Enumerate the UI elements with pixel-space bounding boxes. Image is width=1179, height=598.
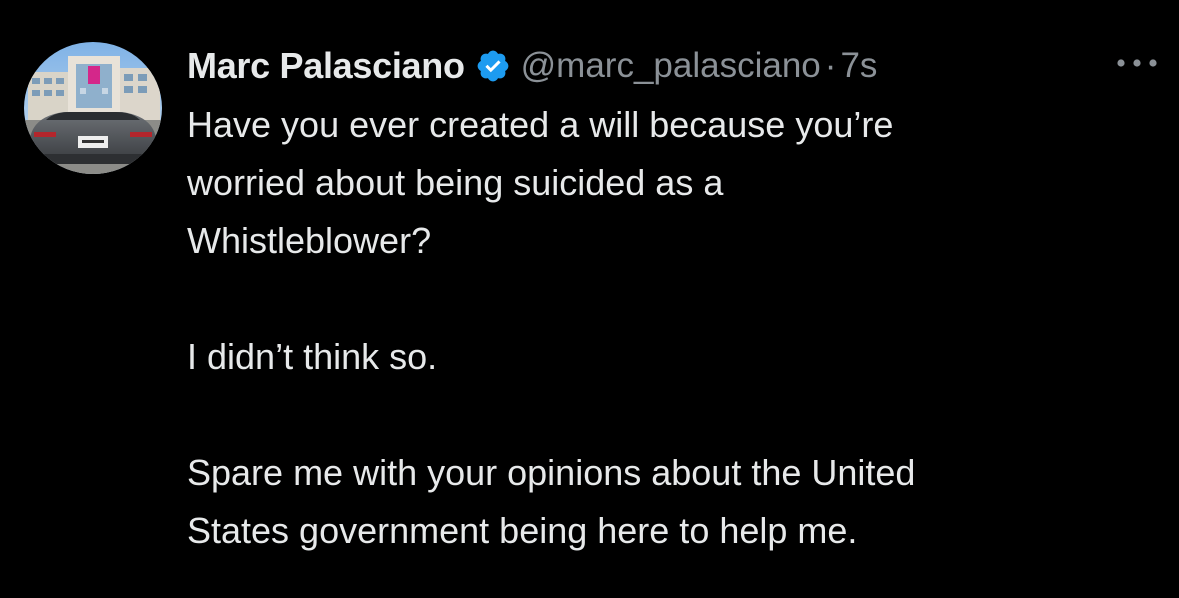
tweet-line: Spare me with your opinions about the Un…: [187, 452, 916, 493]
verified-badge-icon[interactable]: [475, 48, 511, 84]
tweet[interactable]: Marc Palasciano @marc_palasciano · 7s Ha…: [0, 0, 1179, 598]
author-name[interactable]: Marc Palasciano: [187, 45, 465, 87]
tweet-line: Whistleblower?: [187, 220, 432, 261]
avatar[interactable]: [24, 42, 162, 174]
tweet-line: worried about being suicided as a: [187, 162, 724, 203]
tweet-header: Marc Palasciano @marc_palasciano · 7s: [187, 38, 877, 94]
tweet-text: Have you ever created a will because you…: [187, 96, 1147, 560]
more-horizontal-icon[interactable]: [1112, 46, 1162, 80]
separator-dot: ·: [824, 46, 837, 85]
timestamp[interactable]: 7s: [840, 46, 877, 86]
author-handle[interactable]: @marc_palasciano: [521, 46, 821, 86]
tweet-line: States government being here to help me.: [187, 510, 858, 551]
tweet-line: I didn’t think so.: [187, 336, 438, 377]
tweet-line: Have you ever created a will because you…: [187, 104, 894, 145]
